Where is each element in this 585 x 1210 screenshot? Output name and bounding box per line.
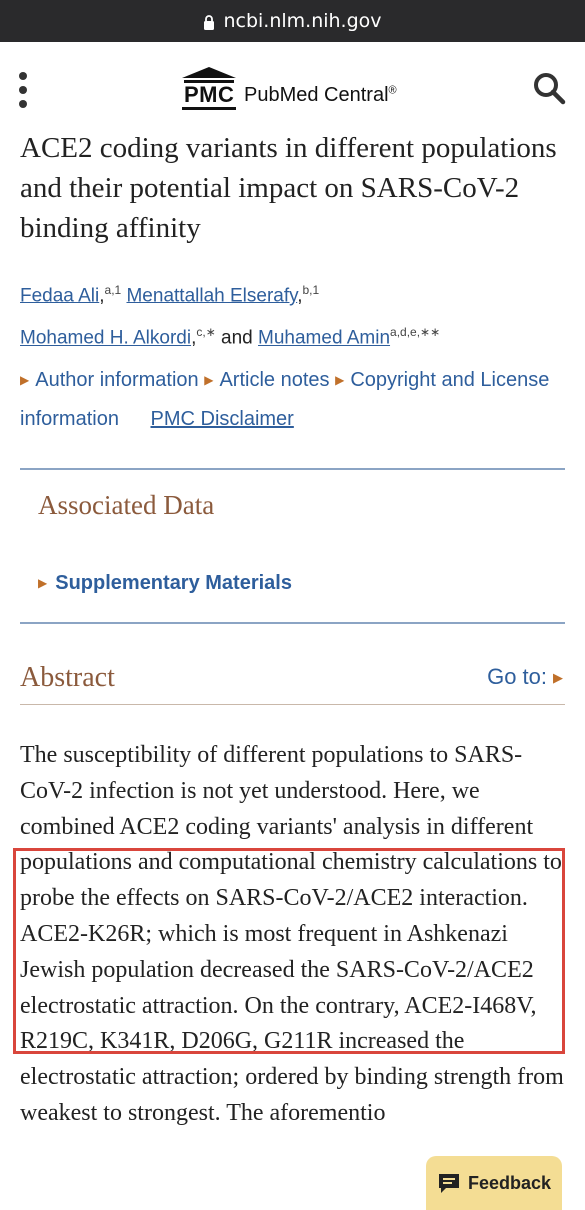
associated-data-heading: Associated Data — [38, 490, 215, 520]
pmc-disclaimer-link[interactable]: PMC Disclaimer — [151, 408, 294, 430]
site-header: PMC PubMed Central® — [0, 42, 585, 134]
author-list: Fedaa Ali,a,1 Menattallah Elserafy,b,1 M… — [20, 283, 441, 349]
abstract-divider — [20, 704, 565, 705]
author-link[interactable]: Muhamed Amin — [258, 328, 390, 349]
abstract-heading: Abstract — [20, 662, 115, 693]
author-information-link[interactable]: Author information — [35, 369, 198, 391]
triangle-right-icon: ▶ — [38, 576, 48, 590]
author-link[interactable]: Mohamed H. Alkordi — [20, 328, 191, 349]
menu-icon[interactable] — [16, 72, 30, 108]
goto-label: Go to: — [487, 664, 547, 689]
author-affiliation: b,1 — [302, 283, 320, 297]
triangle-right-icon: ▶ — [204, 373, 214, 387]
author-link[interactable]: Menattallah Elserafy — [126, 285, 297, 306]
lock-icon — [204, 14, 215, 30]
article-title: ACE2 coding variants in different popula… — [20, 132, 557, 244]
author-affiliation: c,∗ — [196, 325, 216, 340]
logo-short: PMC — [182, 83, 237, 110]
article-notes-link[interactable]: Article notes — [219, 369, 329, 391]
pmc-logo[interactable]: PMC PubMed Central® — [180, 64, 397, 110]
triangle-right-icon: ▶ — [553, 670, 563, 685]
author-affiliation: a,1 — [104, 283, 122, 297]
feedback-button[interactable]: Feedback — [426, 1156, 562, 1210]
abstract-text: The susceptibility of different populati… — [20, 742, 564, 1126]
author-affiliation: a,d,e,∗∗ — [390, 325, 441, 340]
author-conjunction: and — [221, 327, 253, 349]
logo-full: PubMed Central — [244, 84, 389, 106]
article-info-links: ▶ Author information ▶ Article notes ▶ Copy… — [20, 362, 568, 438]
triangle-right-icon: ▶ — [20, 373, 30, 387]
author-link[interactable]: Fedaa Ali — [20, 285, 99, 306]
browser-url-bar[interactable]: ncbi.nlm.nih.gov — [0, 0, 585, 42]
supplementary-label: Supplementary Materials — [55, 572, 292, 594]
url-text: ncbi.nlm.nih.gov — [223, 10, 382, 32]
divider — [20, 468, 565, 470]
registered-mark: ® — [388, 84, 397, 97]
chat-bubble-icon — [438, 1174, 459, 1193]
divider — [20, 622, 565, 624]
goto-menu[interactable]: Go to: ▶ — [487, 664, 563, 690]
supplementary-materials-toggle[interactable]: ▶ Supplementary Materials — [38, 572, 292, 595]
triangle-right-icon: ▶ — [335, 373, 345, 387]
feedback-label: Feedback — [467, 1172, 552, 1193]
search-icon[interactable] — [531, 70, 567, 106]
